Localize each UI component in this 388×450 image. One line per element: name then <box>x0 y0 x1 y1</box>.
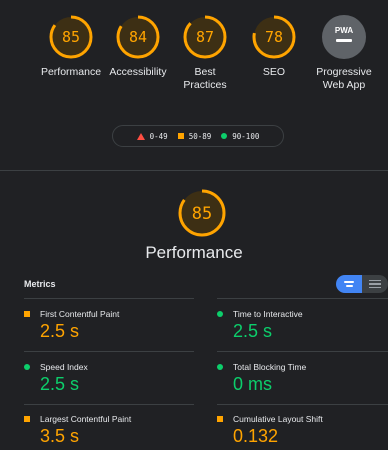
gauge-label: Best Practices <box>183 66 227 91</box>
metric-value: 2.5 s <box>40 321 80 341</box>
gauge-score: 84 <box>129 28 147 46</box>
pwa-badge-icon: PWA <box>322 15 366 59</box>
gauge-ring: 85 <box>49 15 93 59</box>
pass-circle-icon <box>221 133 228 139</box>
score-legend: 0-49 50-89 90-100 <box>112 125 284 147</box>
gauge-label: Accessibility <box>109 66 167 78</box>
metric-divider <box>217 351 388 352</box>
gauge-seo[interactable]: 78 SEO <box>239 14 309 79</box>
metric-name: Cumulative Layout Shift <box>233 414 323 424</box>
metric-name: Total Blocking Time <box>233 362 307 372</box>
gauge-ring: 84 <box>116 15 160 59</box>
legend-average: 50-89 <box>177 131 212 141</box>
metric-value: 2.5 s <box>40 374 80 394</box>
metric-name: First Contentful Paint <box>40 309 120 319</box>
gauge-best-practices[interactable]: 87 Best Practices <box>170 14 240 92</box>
metric-divider <box>24 298 194 299</box>
legend-fail: 0-49 <box>136 131 168 141</box>
legend-average-range: 50-89 <box>188 131 212 141</box>
metric-divider <box>217 298 388 299</box>
gauge-score: 87 <box>196 28 214 46</box>
metric-value: 0 ms <box>233 374 273 394</box>
performance-score: 85 <box>192 204 212 224</box>
legend-pass-range: 90-100 <box>232 131 260 141</box>
gauge-accessibility[interactable]: 84 Accessibility <box>103 14 173 79</box>
metric-value: 2.5 s <box>233 321 273 341</box>
gauge-score: 85 <box>62 28 80 46</box>
metrics-view-toggle[interactable] <box>336 275 388 293</box>
metric-name: Speed Index <box>40 362 88 372</box>
performance-section: 85 Performance Metrics First Contentful … <box>0 171 388 450</box>
pass-circle-icon <box>217 311 223 317</box>
legend-pass: 90-100 <box>221 132 259 141</box>
category-summary: 85 Performance 84 Accessibility 87 Best … <box>0 0 388 170</box>
legend-fail-range: 0-49 <box>149 131 168 141</box>
gauge-ring: 85 <box>178 189 226 237</box>
gauge-score: 78 <box>265 28 283 46</box>
pass-circle-icon <box>217 364 223 370</box>
gauge-label: SEO <box>262 66 286 78</box>
gauge-label: Progressive Web App <box>316 66 372 91</box>
metric-value: 0.132 <box>233 426 279 446</box>
metric-name: Largest Contentful Paint <box>40 414 132 424</box>
gauge-label: Performance <box>40 66 102 78</box>
gauge-pwa[interactable]: PWA Progressive Web App <box>308 14 380 92</box>
metric-divider <box>24 404 194 405</box>
average-square-icon <box>24 416 30 422</box>
metric-divider <box>24 351 194 352</box>
metrics-header: Metrics <box>24 279 56 289</box>
pass-circle-icon <box>24 364 30 370</box>
average-square-icon <box>217 416 223 422</box>
average-square-icon <box>24 311 30 317</box>
fail-triangle-icon <box>136 132 145 140</box>
gauge-ring: 78 <box>252 15 296 59</box>
gauge-ring: 87 <box>183 15 227 59</box>
metric-divider <box>217 404 388 405</box>
summary-view-icon[interactable] <box>336 275 362 293</box>
average-square-icon <box>177 133 184 139</box>
pwa-badge-text: PWA <box>335 26 353 35</box>
gauge-performance[interactable]: 85 Performance <box>36 14 106 79</box>
metric-value: 3.5 s <box>40 426 80 446</box>
performance-title: Performance <box>145 243 243 262</box>
metric-name: Time to Interactive <box>233 309 303 319</box>
performance-gauge: 85 <box>177 188 227 243</box>
expanded-view-icon[interactable] <box>362 275 388 293</box>
